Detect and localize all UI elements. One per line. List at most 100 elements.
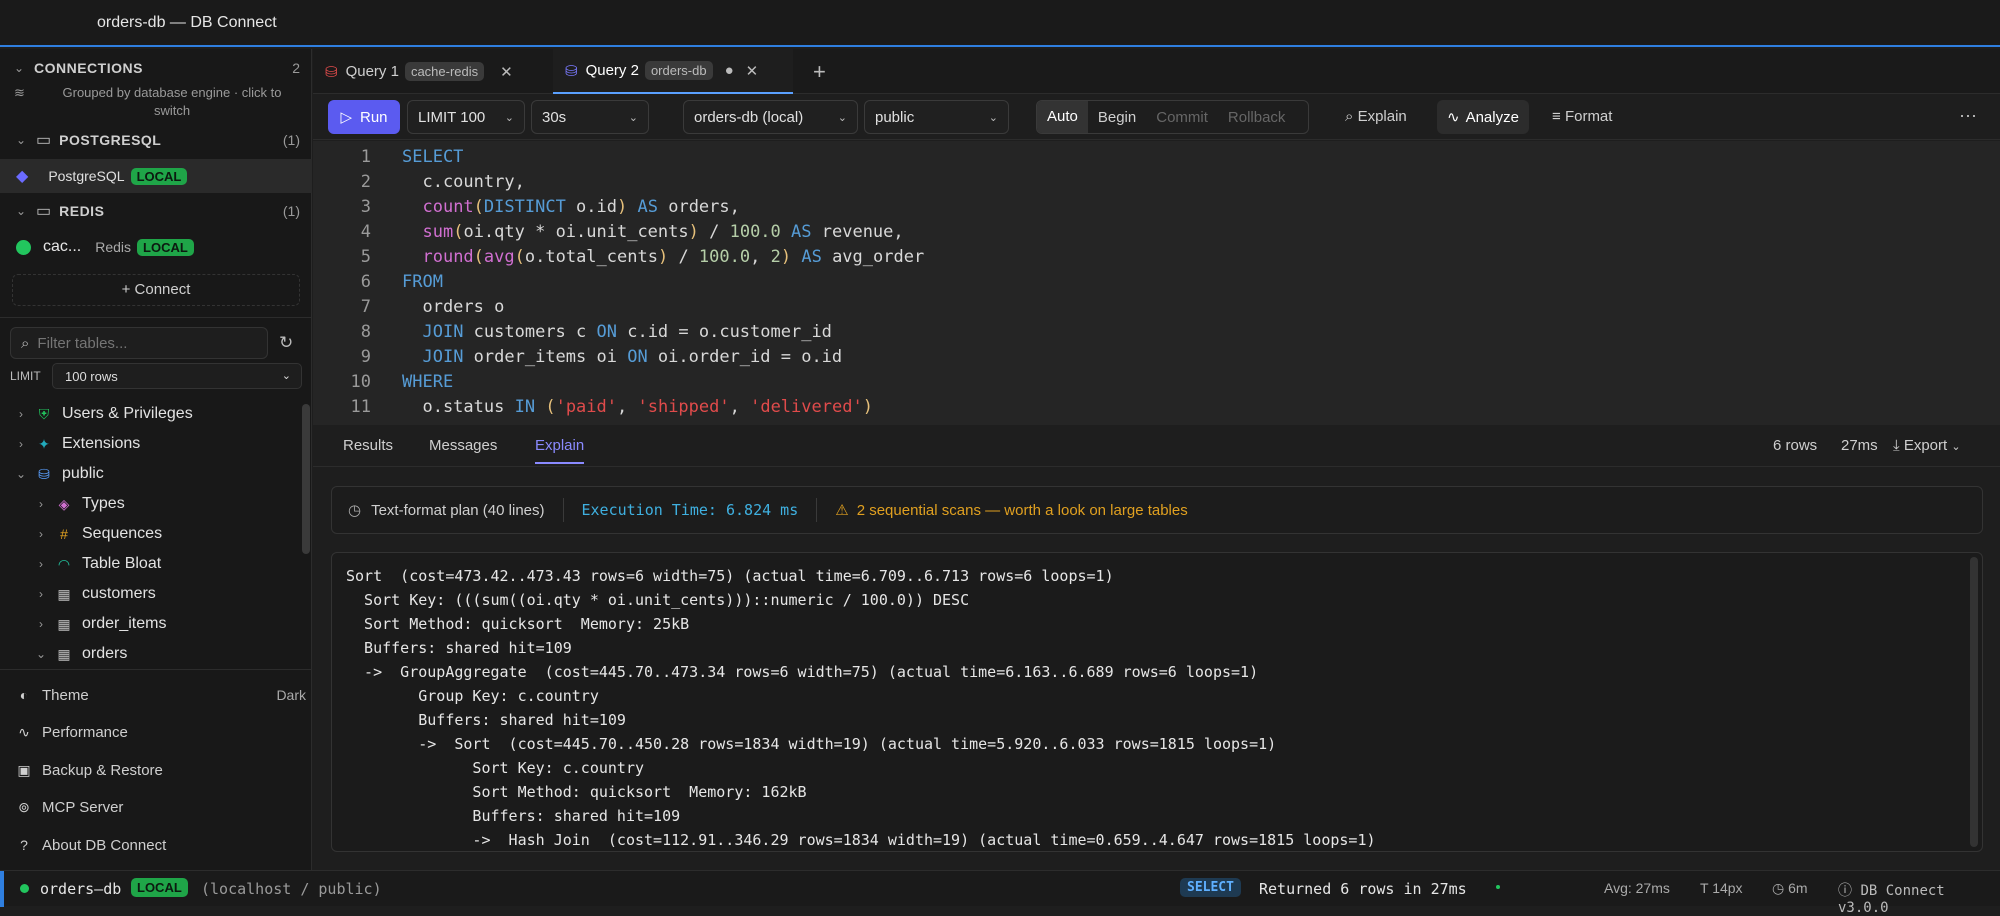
tree-item-types[interactable]: › ◈ Types [0, 489, 300, 519]
layers-icon: ≋ [14, 85, 25, 100]
performance-link[interactable]: ∿ Performance [16, 717, 296, 747]
chevron-right-icon: › [19, 437, 23, 451]
sidebar: ⌄ CONNECTIONS 2 ≋ Grouped by database en… [0, 49, 312, 870]
group-count: (1) [282, 203, 300, 219]
plan-line: Group Key: c.country [346, 687, 599, 705]
folder-icon: ▭ [36, 203, 52, 220]
local-badge: LOCAL [137, 238, 194, 256]
transaction-mode: Auto Begin Commit Rollback [1036, 100, 1309, 134]
results-tab-bar: Results Messages Explain 6 rows 27ms ⤓ E… [313, 427, 2000, 467]
tree-item-extensions[interactable]: › ✦ Extensions [0, 429, 300, 459]
tree-item-table-bloat[interactable]: › ◠ Table Bloat [0, 549, 300, 579]
mcp-server-link[interactable]: ⊚ MCP Server [16, 792, 296, 822]
warning-icon: ⚠ [835, 502, 849, 519]
line-number: 4 [360, 222, 371, 242]
tx-begin[interactable]: Begin [1088, 109, 1146, 126]
chevron-down-icon: ⌄ [1951, 441, 1961, 453]
limit-select[interactable]: 100 rows ⌄ [52, 363, 302, 389]
tree-item-order-items[interactable]: › ▦ order_items [0, 609, 300, 639]
version-info[interactable]: ⓘ DB Connect v3.0.0 [1838, 880, 2000, 916]
limit-select[interactable]: LIMIT 100 ⌄ [407, 100, 525, 134]
database-select[interactable]: orders-db (local) ⌄ [683, 100, 858, 134]
tab-messages[interactable]: Messages [429, 437, 497, 454]
database-icon: ⛁ [565, 62, 578, 80]
tree-item-sequences[interactable]: › # Sequences [0, 519, 300, 549]
format-button[interactable]: ≡ Format [1552, 108, 1612, 125]
group-postgresql[interactable]: ⌄ ▭ POSTGRESQL (1) [0, 127, 312, 153]
connection-redis[interactable]: cac... Redis LOCAL [0, 230, 312, 264]
line-number: 10 [350, 372, 371, 392]
about-link[interactable]: ? About DB Connect [16, 830, 296, 860]
limit-label: LIMIT [10, 369, 41, 383]
backup-restore-link[interactable]: ▣ Backup & Restore [16, 755, 296, 785]
title-bar: orders-db — DB Connect [0, 0, 2000, 47]
chevron-down-icon: ⌄ [15, 133, 27, 147]
chevron-right-icon: › [39, 527, 43, 541]
tx-rollback[interactable]: Rollback [1218, 109, 1296, 126]
accent-strip [0, 871, 4, 907]
code-line: c.country, [402, 172, 525, 192]
new-tab-icon[interactable]: + [801, 49, 838, 94]
plan-scrollbar[interactable] [1970, 557, 1978, 847]
connection-name: orders–db [40, 880, 122, 898]
run-button[interactable]: ▷ Run [328, 100, 400, 134]
sidebar-scrollbar[interactable] [302, 404, 310, 554]
tree-item-public[interactable]: ⌄ ⛁ public [0, 459, 300, 489]
group-redis[interactable]: ⌄ ▭ REDIS (1) [0, 198, 312, 224]
timeout-select[interactable]: 30s ⌄ [531, 100, 649, 134]
connection-postgresql[interactable]: ◆ PostgreSQL LOCAL [0, 159, 312, 193]
puzzle-icon: ✦ [38, 436, 50, 452]
tab-results[interactable]: Results [343, 437, 393, 454]
line-number: 6 [360, 272, 371, 292]
radio-icon: ⊚ [18, 799, 30, 815]
tab-query-1[interactable]: ⛁ Query 1 cache-redis ✕ [313, 49, 553, 94]
help-icon: ? [20, 837, 28, 853]
row-count: 6 rows [1773, 437, 1818, 454]
export-button[interactable]: ⤓ Export ⌄ [1893, 437, 1961, 454]
code-line: JOIN customers c ON c.id = o.customer_id [422, 322, 832, 342]
tab-query-2[interactable]: ⛁ Query 2 orders-db ● ✕ [553, 49, 793, 94]
line-number: 2 [360, 172, 371, 192]
refresh-icon[interactable]: ↻ [279, 333, 293, 353]
local-badge: LOCAL [131, 878, 188, 897]
seq-scan-warning: 2 sequential scans — worth a look on lar… [856, 501, 1188, 519]
plan-line: -> GroupAggregate (cost=445.70..473.34 r… [346, 663, 1259, 681]
chevron-down-icon: ⌄ [628, 111, 638, 124]
line-number: 7 [360, 297, 371, 317]
connect-button[interactable]: + Connect [12, 274, 300, 306]
main-panel: ⛁ Query 1 cache-redis ✕ ⛁ Query 2 orders-d… [313, 49, 2000, 870]
close-icon[interactable]: ✕ [500, 63, 513, 81]
sql-editor[interactable]: 1 2 3 4 5 6 7 8 9 10 11 SELECT c.country… [313, 141, 2000, 425]
connections-header[interactable]: ⌄ CONNECTIONS 2 [0, 55, 312, 81]
status-dot-icon [16, 239, 31, 255]
plan-line: Sort (cost=473.42..473.43 rows=6 width=7… [346, 567, 1114, 585]
plan-line: Sort Key: c.country [346, 759, 645, 777]
filter-tables-input[interactable] [37, 334, 238, 352]
schema-select[interactable]: public ⌄ [864, 100, 1009, 134]
tx-commit[interactable]: Commit [1146, 109, 1218, 126]
font-size-indicator[interactable]: T 14px [1700, 880, 1743, 896]
plan-summary: Text-format plan (40 lines) [371, 501, 545, 519]
tree-item-users[interactable]: › ⛨ Users & Privileges [0, 399, 300, 429]
activity-dot-icon [1496, 885, 1500, 889]
explain-plan-output[interactable]: Sort (cost=473.42..473.43 rows=6 width=7… [331, 552, 1983, 852]
code-line: sum(oi.qty * oi.unit_cents) / 100.0 AS r… [422, 222, 904, 242]
tx-auto[interactable]: Auto [1037, 101, 1088, 133]
status-bar: orders–db LOCAL (localhost / public) SEL… [0, 870, 2000, 916]
explain-button[interactable]: ⌕ Explain [1345, 108, 1407, 125]
table-icon: ▦ [57, 616, 71, 632]
analyze-button[interactable]: ∿ Analyze [1437, 100, 1529, 134]
status-dot-icon [20, 884, 29, 893]
tree-item-customers[interactable]: › ▦ customers [0, 579, 300, 609]
tag-icon: ◈ [58, 496, 70, 512]
filter-tables[interactable]: ⌕ [10, 327, 268, 359]
code-line: FROM [402, 272, 443, 292]
tab-explain[interactable]: Explain [535, 437, 585, 464]
tree-item-orders[interactable]: ⌄ ▦ orders [0, 639, 300, 669]
connection-host: (localhost / public) [201, 880, 382, 898]
more-icon[interactable]: ⋯ [1959, 106, 1977, 127]
theme-toggle[interactable]: ◐ Theme Dark [16, 680, 306, 710]
close-icon[interactable]: ✕ [746, 62, 759, 80]
code-line: SELECT [402, 147, 464, 167]
text-size-icon: T [1700, 880, 1709, 896]
